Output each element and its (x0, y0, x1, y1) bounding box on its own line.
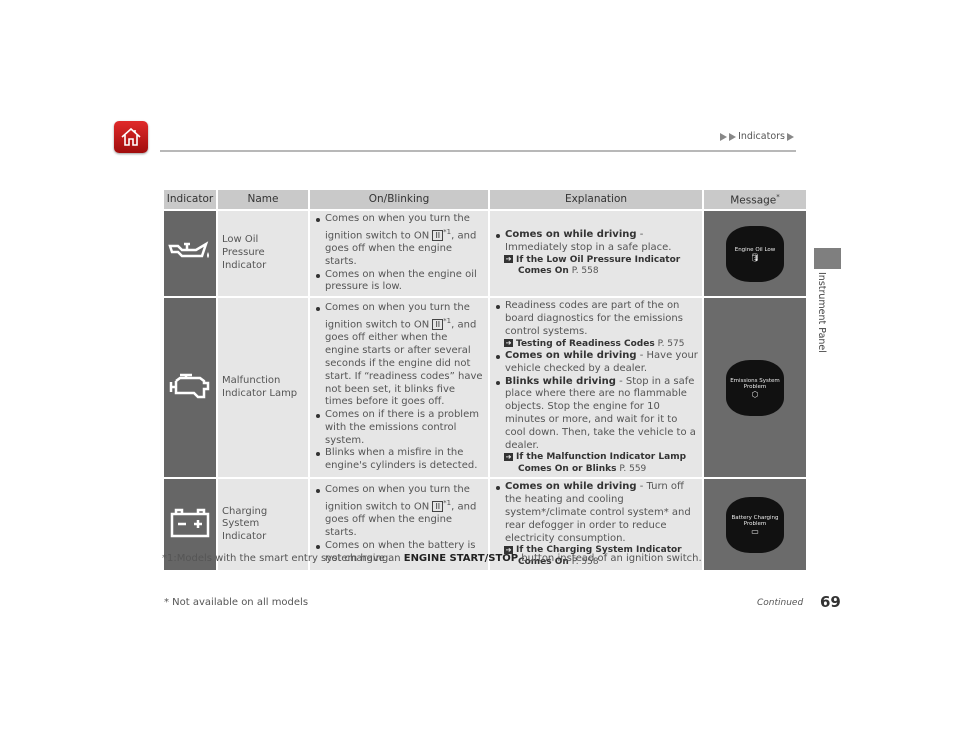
battery-icon (170, 509, 210, 538)
header-rule (160, 150, 796, 152)
battery-icon: ▭ (751, 526, 759, 536)
indicator-table: Indicator Name On/Blinking Explanation M… (162, 188, 808, 572)
breadcrumb-arrow-icon (720, 132, 728, 141)
continued-label: Continued (757, 598, 804, 608)
on-blinking-item: Comes on when you turn the ignition swit… (314, 213, 484, 269)
message-cell: Battery Charging Problem ▭ (704, 479, 806, 571)
indicator-name: Malfunction Indicator Lamp (218, 298, 308, 478)
oil-can-icon: 🛢 (749, 252, 761, 262)
explanation-item: Readiness codes are part of the on board… (494, 300, 698, 338)
indicator-name: Low Oil Pressure Indicator (218, 211, 308, 297)
explanation-item: Comes on while driving - Have your vehic… (494, 350, 698, 376)
on-blinking-item: Comes on when you turn the ignition swit… (314, 302, 484, 409)
breadcrumb-arrow-icon (787, 132, 794, 141)
home-icon (121, 127, 141, 146)
explanation-item: Comes on while driving - Immediately sto… (494, 229, 698, 255)
breadcrumb-arrow-icon (729, 132, 737, 141)
on-blinking-item: Comes on if there is a problem with the … (314, 409, 484, 447)
reference-arrow-icon: ➔ (504, 452, 513, 461)
indicator-cell (164, 298, 216, 478)
on-blinking-item: Comes on when the engine oil pressure is… (314, 269, 484, 295)
message-display: Battery Charging Problem ▭ (726, 496, 784, 553)
message-display: Engine Oil Low 🛢 (726, 225, 784, 282)
footnote: *1:Models with the smart entry system ha… (162, 553, 702, 564)
engine-icon (169, 374, 210, 399)
on-blinking-item: Blinks when a misfire in the engine's cy… (314, 447, 484, 473)
engine-icon: ⬡ (751, 389, 759, 399)
breadcrumb-label[interactable]: Indicators (738, 131, 785, 142)
oil-can-icon (168, 241, 209, 259)
table-row: Malfunction Indicator Lamp Comes on when… (164, 298, 806, 478)
page-number: 69 (820, 593, 841, 611)
message-display: Emissions System Problem ⬡ (726, 359, 784, 416)
not-available-note: * Not available on all models (164, 597, 309, 608)
explanation-item: Comes on while driving - Turn off the he… (494, 481, 698, 545)
page-reference-link[interactable]: ➔ Testing of Readiness Codes P. 575 (494, 339, 698, 351)
explanation-item: Blinks while driving - Stop in a safe pl… (494, 376, 698, 453)
section-tab[interactable] (814, 248, 841, 269)
home-button[interactable] (114, 121, 148, 153)
breadcrumb[interactable]: Indicators (720, 131, 794, 142)
reference-arrow-icon: ➔ (504, 339, 513, 347)
header-on-blinking: On/Blinking (310, 190, 488, 209)
on-blinking-item: Comes on when you turn the ignition swit… (314, 484, 484, 540)
message-cell: Emissions System Problem ⬡ (704, 298, 806, 478)
page-reference-link[interactable]: ➔ If the Low Oil Pressure Indicator Comes… (494, 255, 698, 278)
header-indicator: Indicator (164, 190, 216, 209)
indicator-cell (164, 211, 216, 297)
header-name: Name (218, 190, 308, 209)
header-message: Message* (704, 190, 806, 209)
message-cell: Engine Oil Low 🛢 (704, 211, 806, 297)
section-label[interactable]: Instrument Panel (816, 272, 827, 353)
header-explanation: Explanation (490, 190, 702, 209)
reference-arrow-icon: ➔ (504, 255, 513, 264)
table-row: Low Oil Pressure Indicator Comes on when… (164, 211, 806, 297)
page-reference-link[interactable]: ➔ If the Malfunction Indicator Lamp Comes… (494, 452, 698, 475)
